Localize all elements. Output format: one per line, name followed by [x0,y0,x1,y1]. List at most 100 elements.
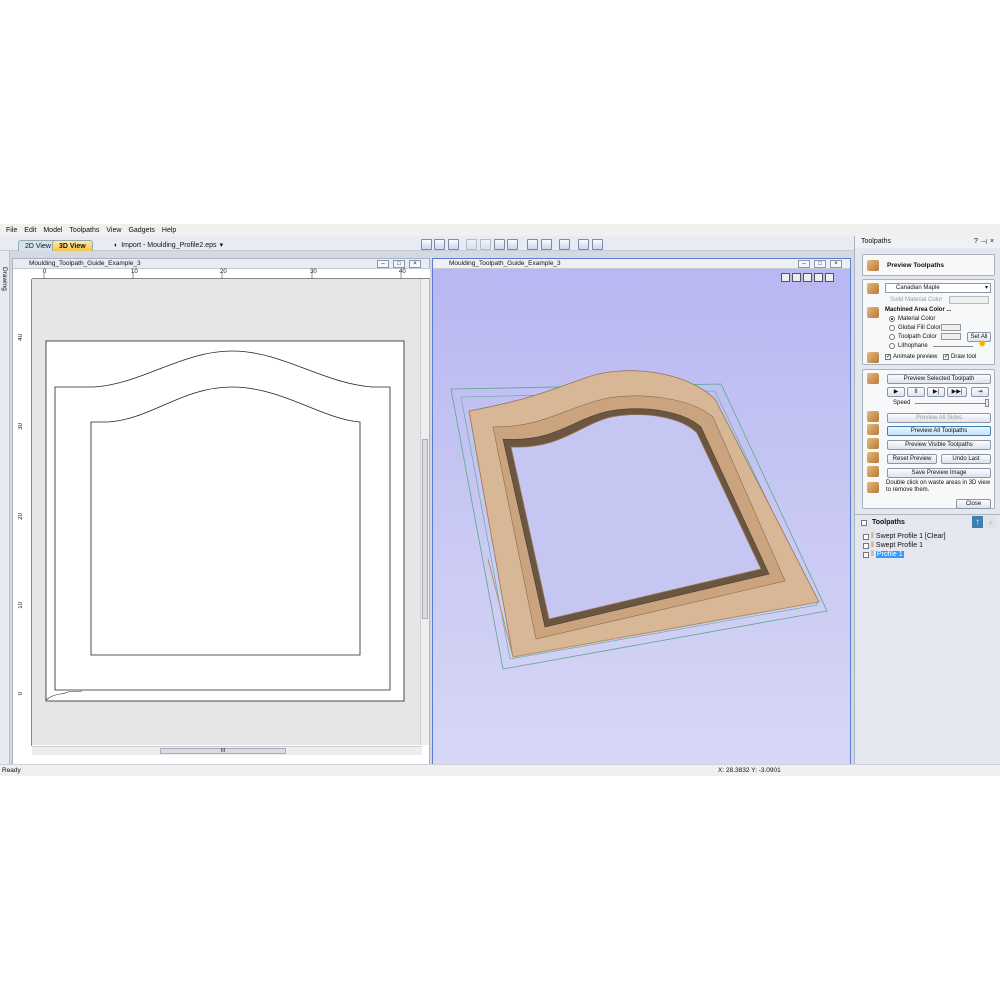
pane-2d-title: Moulding_Toolpath_Guide_Example_3 [13,259,429,269]
vertical-scrollbar[interactable] [420,279,429,745]
preview-visible-toolpaths-button[interactable]: Preview Visible Toolpaths [887,440,991,450]
toolpath-item-selected[interactable]: ǁ Profile 1 [863,551,904,558]
draw-tool-checkbox[interactable]: ✓ [943,354,949,360]
zoom-box-icon[interactable] [421,239,432,250]
undo-last-button[interactable]: Undo Last [941,454,991,464]
scroll-thumb[interactable]: III [160,748,286,754]
menu-help[interactable]: Help [162,227,176,234]
render-icon[interactable] [559,239,570,250]
menu-edit[interactable]: Edit [24,227,36,234]
divider [855,514,1000,515]
move-up-icon[interactable]: ↑ [972,516,983,528]
solid-material-color-picker[interactable] [949,296,989,304]
radio-toolpath-color[interactable] [889,334,895,340]
grid-icon[interactable] [448,239,459,250]
animate-icon [867,352,879,363]
toolpath-checkbox[interactable] [863,551,869,558]
preview-all-icon [867,424,879,435]
menu-view[interactable]: View [106,227,121,234]
speed-label: Speed [893,400,911,406]
tab-3d-view[interactable]: 3D View [52,240,93,251]
toolpath-icon: ǁ [871,551,874,558]
snap-icon[interactable] [466,239,477,250]
toolpath-item[interactable]: ǁ Swept Profile 1 [Clear] [863,533,946,540]
pan-icon[interactable] [541,239,552,250]
fast-forward-icon[interactable]: ▶▶| [947,387,967,397]
close-button[interactable]: Close [956,499,991,509]
preview-selected-toolpath-button[interactable]: Preview Selected Toolpath [887,374,991,384]
lithophane-slider[interactable] [933,346,973,347]
preview-visible-icon [867,438,879,449]
menu-model[interactable]: Model [43,227,62,234]
speed-slider-thumb[interactable] [985,399,989,407]
scroll-thumb[interactable] [422,439,428,619]
close-icon[interactable]: × [990,238,994,246]
toolpaths-toggle-checkbox[interactable] [861,520,867,526]
maximize-button[interactable]: □ [393,260,405,268]
close-button[interactable]: × [409,260,421,268]
reset-preview-button[interactable]: Reset Preview [887,454,937,464]
chevron-down-icon: ▾ [984,285,988,291]
toolpath-color-picker[interactable] [941,333,961,340]
preview-all-toolpaths-button[interactable]: Preview All Toolpaths [887,426,991,436]
radio-global-fill-color[interactable] [889,325,895,331]
zoom-out-icon[interactable] [507,239,518,250]
layout-horizontal-icon[interactable] [578,239,589,250]
rotate-icon[interactable] [527,239,538,250]
horizontal-ruler: 0 10 20 30 40 [32,269,430,279]
preview-controls-card: Preview Selected Toolpath ▶ II ▶| ▶▶| ⇥ … [862,369,995,509]
animate-preview-label: Animate preview [893,354,938,360]
toolpath-icon: ǁ [871,533,874,540]
ruler-tick-label: 0 [18,692,24,696]
toolpath-checkbox[interactable] [863,542,869,549]
pin-icon[interactable]: ⊣ [981,238,987,246]
zoom-in-icon[interactable] [494,239,505,250]
menu-file[interactable]: File [6,227,17,234]
import-dropdown[interactable]: ◐ Import - Moulding_Profile2.eps ▾ [114,241,223,250]
drawing-side-tab[interactable]: Drawing [0,251,10,771]
pause-icon[interactable]: II [907,387,925,397]
radio-lithophane[interactable] [889,343,895,349]
step-icon[interactable]: ▶| [927,387,945,397]
toolpath-item[interactable]: ǁ Swept Profile 1 [863,542,923,549]
ruler-tick-label: 20 [18,513,24,520]
horizontal-scrollbar[interactable]: III [32,746,422,755]
zoom-fit-icon[interactable] [434,239,445,250]
material-select[interactable]: Canadian Maple ▾ [885,283,991,293]
layout-vertical-icon[interactable] [592,239,603,250]
preview-all-sides-button[interactable]: Preview All Sides [887,413,991,423]
move-down-icon[interactable]: ↓ [985,516,996,528]
ruler-tick-label: 40 [18,334,24,341]
radio-material-color[interactable] [889,316,895,322]
radio-global-fill-color-label: Global Fill Color [898,325,941,331]
minimize-button[interactable]: – [377,260,389,268]
help-icon[interactable]: ? [974,238,978,246]
play-icon[interactable]: ▶ [887,387,905,397]
material-select-value: Canadian Maple [896,285,940,291]
speed-slider[interactable] [915,403,987,404]
cursor-coordinates: X: 28.3832 Y: -3.0901 [718,767,781,774]
measure-icon[interactable] [480,239,491,250]
status-bar: Ready X: 28.3832 Y: -3.0901 [0,764,1000,776]
draw-tool-label: Draw tool [951,354,977,360]
import-icon: ◐ [114,241,119,249]
preview-header-title: Preview Toolpaths [887,262,944,269]
ruler-tick-label: 10 [18,602,24,609]
hint-icon [867,482,879,493]
toolpath-checkbox[interactable] [863,533,869,540]
toolpath-icon: ǁ [871,542,874,549]
machined-area-label: Machined Area Color ... [885,307,952,313]
drawing-canvas[interactable] [32,279,422,745]
material-icon [867,283,879,294]
menu-toolpaths[interactable]: Toolpaths [69,227,99,234]
menu-bar: File Edit Model Toolpaths View Gadgets H… [0,224,1000,236]
save-preview-image-button[interactable]: Save Preview Image [887,468,991,478]
animate-preview-checkbox[interactable]: ✓ [885,354,891,360]
preview-toolpaths-icon [867,260,879,271]
toolpath-item-label: Swept Profile 1 [875,542,923,549]
pane-3d-view[interactable]: Moulding_Toolpath_Guide_Example_3 – □ × [432,258,851,765]
menu-gadgets[interactable]: Gadgets [128,227,154,234]
global-fill-color-picker[interactable] [941,324,961,331]
material-card: Canadian Maple ▾ Solid Material Color Ma… [862,279,995,365]
skip-icon[interactable]: ⇥ [971,387,989,397]
